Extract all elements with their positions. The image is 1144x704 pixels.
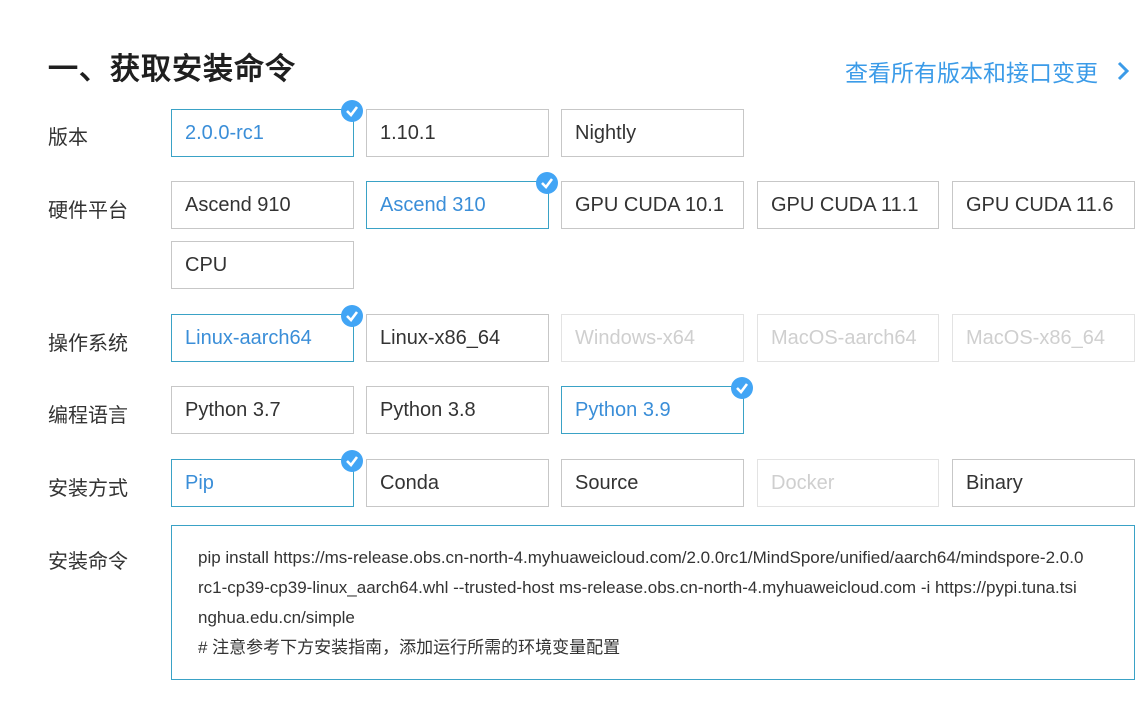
option-hw-ascend-310[interactable]: Ascend 310: [366, 172, 558, 229]
label-language: 编程语言: [48, 405, 128, 427]
label-command: 安装命令: [48, 551, 128, 573]
command-line-2: rc1-cp39-cp39-linux_aarch64.whl --truste…: [198, 578, 1077, 597]
option-label: Python 3.9: [575, 399, 671, 421]
option-method-pip[interactable]: Pip: [171, 450, 363, 507]
check-icon: [731, 377, 753, 399]
option-label: Ascend 310: [380, 194, 486, 216]
option-hw-gpu-cuda-11-1[interactable]: GPU CUDA 11.1: [757, 181, 939, 229]
label-os: 操作系统: [48, 333, 128, 355]
option-os-macos-aarch64: MacOS-aarch64: [757, 314, 939, 362]
chevron-right-icon: [1117, 61, 1130, 81]
check-icon: [341, 450, 363, 472]
option-method-conda[interactable]: Conda: [366, 459, 549, 507]
option-label: GPU CUDA 11.6: [966, 194, 1114, 216]
option-label: Ascend 910: [185, 194, 291, 216]
option-hw-gpu-cuda-11-6[interactable]: GPU CUDA 11.6: [952, 181, 1135, 229]
option-label: MacOS-x86_64: [966, 327, 1105, 349]
option-label: Source: [575, 472, 639, 494]
command-line-3: nghua.edu.cn/simple: [198, 608, 355, 627]
option-method-source[interactable]: Source: [561, 459, 744, 507]
option-os-macos-x86-64: MacOS-x86_64: [952, 314, 1135, 362]
check-icon: [341, 305, 363, 327]
option-label: GPU CUDA 10.1: [575, 194, 724, 216]
option-label: Conda: [380, 472, 439, 494]
option-label: Linux-aarch64: [185, 327, 312, 349]
option-os-linux-x86-64[interactable]: Linux-x86_64: [366, 314, 549, 362]
page-title: 一、获取安装命令: [48, 53, 296, 86]
option-label: 2.0.0-rc1: [185, 122, 264, 144]
label-hardware: 硬件平台: [48, 200, 128, 222]
option-lang-python-3-7[interactable]: Python 3.7: [171, 386, 354, 434]
option-method-binary[interactable]: Binary: [952, 459, 1135, 507]
option-version-2-0-0-rc1[interactable]: 2.0.0-rc1: [171, 100, 363, 157]
option-os-linux-aarch64[interactable]: Linux-aarch64: [171, 305, 363, 362]
option-lang-python-3-9[interactable]: Python 3.9: [561, 377, 753, 434]
option-lang-python-3-8[interactable]: Python 3.8: [366, 386, 549, 434]
option-os-windows-x64: Windows-x64: [561, 314, 744, 362]
all-versions-link[interactable]: 查看所有版本和接口变更: [845, 54, 1134, 88]
option-label: Pip: [185, 472, 214, 494]
option-hw-ascend-910[interactable]: Ascend 910: [171, 181, 354, 229]
option-label: GPU CUDA 11.1: [771, 194, 919, 216]
all-versions-link-label: 查看所有版本和接口变更: [845, 60, 1098, 86]
option-label: MacOS-aarch64: [771, 327, 917, 349]
check-icon: [536, 172, 558, 194]
check-icon: [341, 100, 363, 122]
option-label: Linux-x86_64: [380, 327, 501, 349]
option-label: Nightly: [575, 122, 637, 144]
option-label: Python 3.8: [380, 399, 476, 421]
label-method: 安装方式: [48, 478, 128, 500]
option-version-nightly[interactable]: Nightly: [561, 109, 744, 157]
option-label: Docker: [771, 472, 835, 494]
command-line-1: pip install https://ms-release.obs.cn-no…: [198, 548, 1084, 567]
option-label: CPU: [185, 254, 228, 276]
option-method-docker: Docker: [757, 459, 939, 507]
option-label: Binary: [966, 472, 1023, 494]
option-label: 1.10.1: [380, 122, 436, 144]
option-label: Windows-x64: [575, 327, 696, 349]
option-label: Python 3.7: [185, 399, 281, 421]
label-version: 版本: [48, 127, 88, 149]
option-version-1-10-1[interactable]: 1.10.1: [366, 109, 549, 157]
option-hw-gpu-cuda-10-1[interactable]: GPU CUDA 10.1: [561, 181, 744, 229]
install-command-box[interactable]: pip install https://ms-release.obs.cn-no…: [171, 525, 1135, 680]
command-note: # 注意参考下方安装指南，添加运行所需的环境变量配置: [198, 638, 621, 657]
option-hw-cpu[interactable]: CPU: [171, 241, 354, 289]
